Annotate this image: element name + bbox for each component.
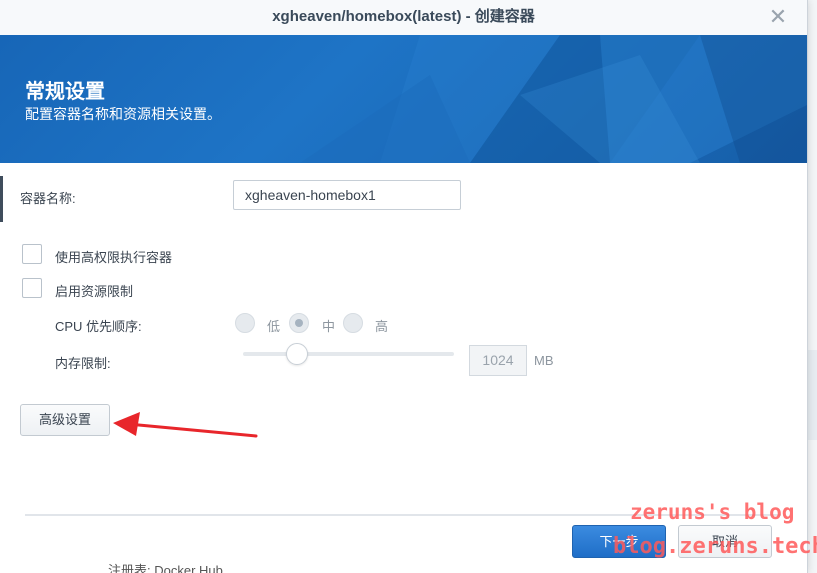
cpu-high-label: 高 [375,319,389,334]
close-icon[interactable]: ✕ [767,6,789,28]
dialog-titlebar: xgheaven/homebox(latest) - 创建容器 ✕ [0,0,807,36]
advanced-settings-button[interactable]: 高级设置 [20,404,110,436]
memory-limit-label: 内存限制: [55,356,111,371]
memory-value-input[interactable]: 1024 [469,345,527,376]
resource-limit-label: 启用资源限制 [55,284,134,299]
dialog-title: xgheaven/homebox(latest) - 创建容器 [272,8,535,25]
background-app-strip [807,350,817,440]
memory-slider-track[interactable] [243,352,454,356]
cpu-medium-radio[interactable] [289,313,309,333]
banner-subtitle: 配置容器名称和资源相关设置。 [25,106,221,122]
banner-decoration [300,35,807,163]
section-indicator [0,176,3,222]
memory-slider-handle[interactable] [286,343,308,365]
create-container-dialog: xgheaven/homebox(latest) - 创建容器 ✕ 常规设置 配… [0,0,808,573]
privileged-checkbox[interactable] [22,244,42,264]
background-registry-text: 注册表: Docker Hub [108,563,223,573]
watermark-line2: blog.zeruns.tech [613,534,817,559]
privileged-label: 使用高权限执行容器 [55,250,173,265]
memory-unit-label: MB [534,353,554,368]
cpu-priority-label: CPU 优先顺序: [55,319,142,334]
banner-heading: 常规设置 [25,81,105,103]
container-name-input[interactable]: xgheaven-homebox1 [233,180,461,210]
cpu-low-radio[interactable] [235,313,255,333]
cpu-high-radio[interactable] [343,313,363,333]
background-app-edge [807,0,817,573]
watermark-line1: zeruns's blog [630,500,795,524]
cpu-medium-label: 中 [322,319,336,334]
header-banner: 常规设置 配置容器名称和资源相关设置。 [0,35,807,163]
container-name-label: 容器名称: [20,191,76,206]
cpu-low-label: 低 [267,319,281,334]
resource-limit-checkbox[interactable] [22,278,42,298]
